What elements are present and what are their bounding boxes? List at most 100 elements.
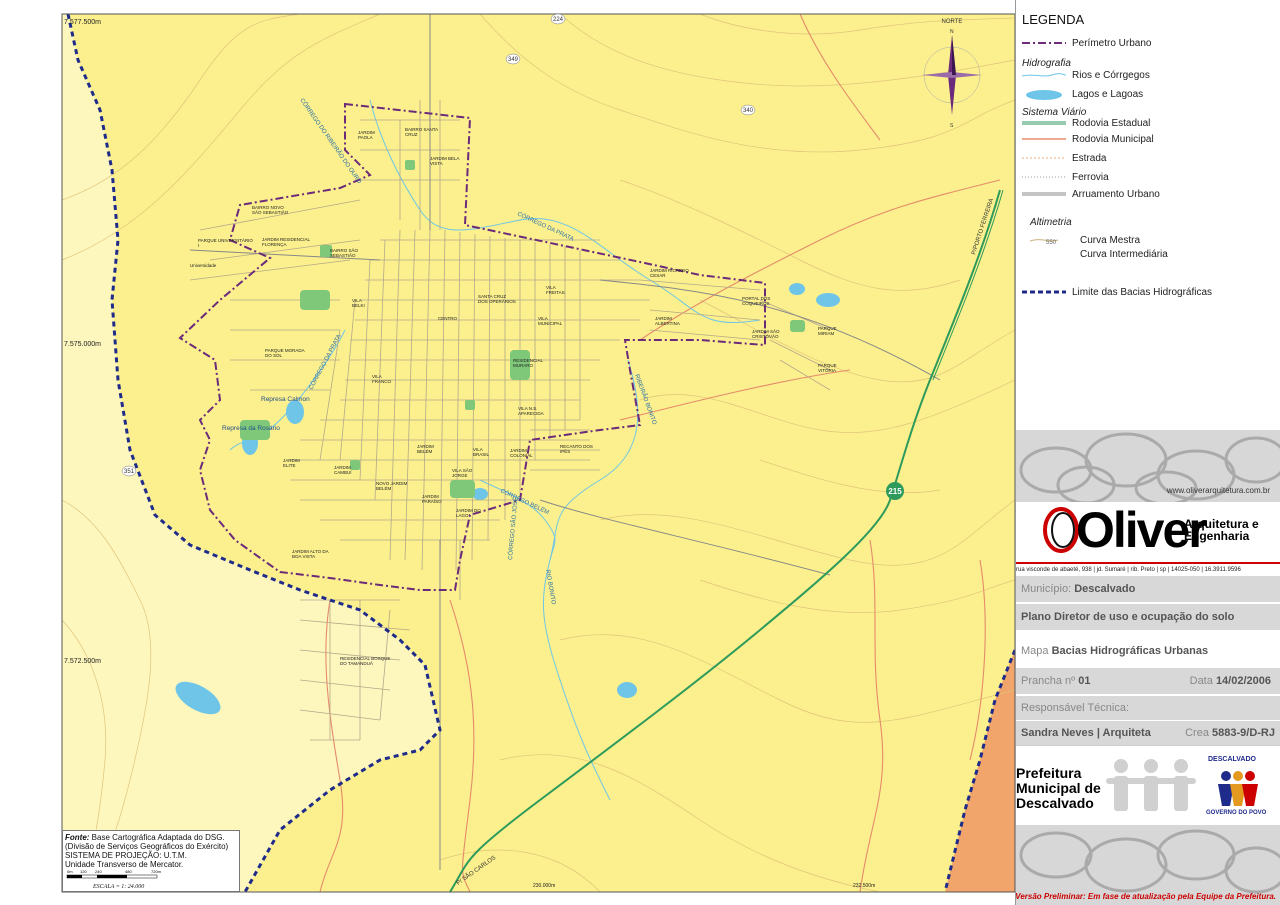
source-text-2: (Divisão de Serviços Geográficos do Exér…	[65, 842, 229, 851]
neighborhood-label: Universidade	[190, 263, 217, 268]
legend-label-state-highway: Rodovia Estadual	[1072, 118, 1151, 129]
legend-item-road: Estrada	[1022, 153, 1106, 164]
legend-item-urban-streets: Arruamento Urbano	[1022, 189, 1160, 200]
mapa-value: Bacias Hidrográficas Urbanas	[1051, 645, 1209, 657]
legend-item-master-contour: 550 Curva Mestra	[1030, 235, 1140, 246]
legend: LEGENDA Perímetro Urbano Hidrografia Rio…	[1016, 0, 1280, 430]
legend-label-lakes: Lagos e Lagoas	[1072, 89, 1144, 100]
prancha-value: 01	[1078, 675, 1091, 687]
svg-text:224: 224	[553, 17, 564, 23]
municipio-label: Município:	[1021, 583, 1072, 595]
coord-x2: 232.500m	[853, 883, 875, 889]
legend-item-intermediate-contour: Curva Intermediária	[1030, 249, 1168, 260]
resp-value: Sandra Neves | Arquiteta	[1021, 727, 1151, 739]
scale-tick-1: 120	[80, 869, 87, 874]
prancha-row: Prancha nº 01 Data 14/02/2006	[1016, 668, 1280, 694]
crea-value: 5883-9/D-RJ	[1212, 727, 1275, 739]
route-215-shield: 215	[886, 482, 904, 500]
prefeitura-block: Prefeitura Municipal de Descalvado DESCA…	[1016, 745, 1280, 826]
legend-item-state-highway: Rodovia Estadual	[1022, 118, 1150, 129]
source-label: Fonte:	[65, 833, 90, 842]
descalvado-logo-icon	[1218, 771, 1258, 806]
neighborhood-label: JARDIM BELÉM	[417, 444, 434, 454]
prefeitura-name: Prefeitura Municipal de Descalvado	[1016, 765, 1101, 811]
neighborhood-label: CENTRO	[438, 316, 457, 321]
map-notes-box: Fonte: Base Cartográfica Adaptada do DSG…	[62, 830, 240, 892]
route-351-shield: 351	[121, 465, 137, 477]
scale-tick-0: 0m	[67, 869, 73, 874]
route-349-shield: 349	[505, 53, 521, 65]
logo-subtitle: Arquitetura e Engenharia	[1184, 518, 1259, 542]
scale-label: ESCALA = 1: 24.000	[93, 884, 145, 890]
legend-label-railway: Ferrovia	[1072, 172, 1109, 183]
scale-tick-4: 720m	[151, 869, 162, 874]
road-symbol	[1022, 153, 1066, 163]
label-represa-calmon-1: Represa Calmon	[261, 396, 310, 403]
descalvado-logo-text: DESCALVADO	[1208, 756, 1256, 763]
legend-label-basin-limit: Limite das Bacias Hidrográficas	[1072, 287, 1213, 298]
neighborhood-label: PARQUE VITÓRIA	[818, 363, 837, 373]
route-340-shield: 340	[740, 104, 756, 116]
legend-item-municipal-highway: Rodovia Municipal	[1022, 134, 1154, 145]
people-icon	[1106, 759, 1196, 811]
plano-value: Plano Diretor de uso e ocupação do solo	[1021, 611, 1235, 623]
mapa-row: Mapa Bacias Hidrográficas Urbanas	[1016, 637, 1280, 665]
crea-field: Crea 5883-9/D-RJ	[1185, 721, 1275, 745]
neighborhood-label: JARDIM SÃO CRISTÓVÃO	[752, 328, 780, 339]
railway-symbol	[1022, 172, 1066, 182]
resp-label-row: Responsável Técnica:	[1016, 696, 1280, 720]
svg-text:215: 215	[888, 487, 902, 496]
scale-tick-3: 480	[125, 869, 132, 874]
legend-label-municipal-highway: Rodovia Municipal	[1072, 134, 1154, 145]
coord-y3: 7.572.500m	[64, 658, 101, 665]
mapa-label: Mapa	[1021, 645, 1049, 657]
legend-label-rivers: Rios e Córrgegos	[1072, 70, 1150, 81]
preliminary-notice: Versão Preliminar: Em fase de atualizaçã…	[1015, 892, 1276, 901]
crea-label: Crea	[1185, 727, 1209, 739]
legend-label-master-contour: Curva Mestra	[1080, 235, 1141, 246]
neighborhood-label: BAIRRO NOVO SÃO SEBASTIÃO	[252, 205, 289, 215]
map-area[interactable]: 224 349 340 351 215 7.577.500m 7.575.000…	[0, 0, 1015, 905]
legend-label-urban-perimeter: Perímetro Urbano	[1072, 38, 1152, 49]
governo-text: GOVERNO DO POVO	[1206, 810, 1267, 816]
data-value: 14/02/2006	[1215, 675, 1271, 687]
projection-text: SISTEMA DE PROJEÇÃO: U.T.M.	[65, 851, 187, 860]
coord-x1: 230.000m	[533, 883, 555, 889]
oliver-logo: Oliver Arquitetura e Engenharia	[1036, 500, 1276, 560]
neighborhood-label: JARDIM PAOLA	[358, 130, 375, 140]
company-url[interactable]: www.oliverarquitetura.com.br	[1167, 486, 1270, 495]
coord-y2: 7.575.000m	[64, 341, 101, 348]
compass-north-label: NORTE	[942, 19, 963, 25]
legend-label-road: Estrada	[1072, 153, 1107, 164]
data-label: Data	[1189, 675, 1213, 687]
urban-streets-symbol	[1022, 189, 1066, 199]
municipio-row: Município: Descalvado	[1016, 576, 1280, 602]
neighborhood-label: JARDIM CAMBUÍ	[334, 465, 352, 475]
legend-section-hydro: Hidrografia	[1022, 58, 1071, 69]
neighborhood-label: PARQUE MIRIAM	[818, 326, 837, 336]
neighborhood-label: BAIRRO SÃO SEBASTIÃO	[330, 247, 359, 258]
label-represa-rosario: Represa da Rosário	[222, 425, 280, 432]
legend-item-basin-limit: Limite das Bacias Hidrográficas	[1022, 287, 1212, 298]
intermediate-contour-symbol	[1030, 249, 1074, 259]
source-text: Base Cartográfica Adaptada do DSG.	[91, 833, 225, 842]
legend-label-intermediate-contour: Curva Intermediária	[1080, 249, 1168, 260]
compass-n: N	[950, 29, 954, 35]
logo-sub-2: Engenharia	[1184, 529, 1250, 543]
svg-text:351: 351	[124, 469, 135, 475]
legend-section-altimetry: Altimetria	[1030, 217, 1072, 228]
route-224-shield: 224	[550, 13, 566, 25]
legend-item-lakes: Lagos e Lagoas	[1022, 89, 1144, 101]
contour-value: 550	[1046, 240, 1057, 245]
logo-mark-icon	[1043, 507, 1079, 553]
scale-tick-2: 240	[95, 869, 102, 874]
title-block-panel: LEGENDA Perímetro Urbano Hidrografia Rio…	[1015, 0, 1280, 905]
data-field: Data 14/02/2006	[1190, 668, 1271, 694]
state-highway-symbol	[1022, 118, 1066, 128]
coord-y1: 7.577.500m	[64, 19, 101, 26]
municipio-value: Descalvado	[1074, 583, 1136, 595]
projection-text-2: Unidade Transverso de Mercator.	[65, 860, 184, 869]
svg-text:349: 349	[508, 57, 519, 63]
legend-section-roads: Sistema Viário	[1022, 107, 1087, 118]
neighborhood-label: PORTAL DOS COQUEIROS	[742, 296, 770, 306]
